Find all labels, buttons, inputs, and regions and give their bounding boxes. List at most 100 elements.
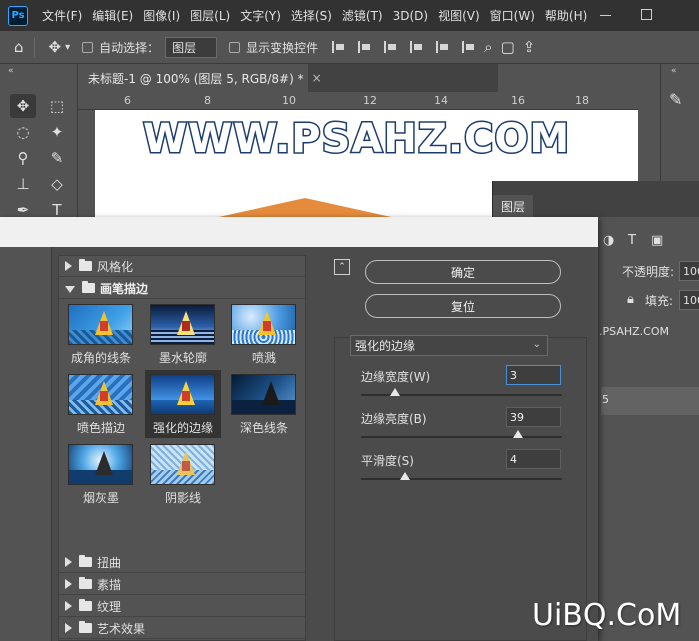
reset-button[interactable]: 复位	[365, 294, 561, 318]
folder-icon	[79, 259, 92, 271]
stamp-tool-icon[interactable]: ⊥	[10, 172, 36, 196]
smoothness-slider[interactable]	[361, 472, 562, 480]
category-texture[interactable]: 纹理	[59, 596, 305, 617]
menu-file[interactable]: 文件(F)	[42, 7, 82, 24]
dialog-title-bar[interactable]	[0, 217, 598, 247]
folder-icon	[79, 599, 92, 611]
category-artistic[interactable]: 艺术效果	[59, 618, 305, 639]
filter-thumb-ink-outlines[interactable]: 墨水轮廓	[145, 300, 221, 368]
filter-thumbnail	[68, 304, 133, 345]
eraser-tool-icon[interactable]: ◇	[44, 172, 70, 196]
menu-layer[interactable]: 图层(L)	[190, 7, 230, 24]
ruler-tick: 12	[363, 94, 377, 107]
align-middle-icon[interactable]	[410, 41, 423, 53]
close-icon[interactable]: ×	[312, 71, 322, 85]
minimize-icon[interactable]	[600, 15, 611, 16]
eyedropper-tool-icon[interactable]: ⚲	[10, 146, 36, 170]
collapse-gallery-icon[interactable]: ⌃	[334, 259, 350, 275]
ruler-tick: 6	[124, 94, 131, 107]
collapse-arrows-icon[interactable]: «	[8, 66, 14, 76]
folder-icon	[79, 555, 92, 567]
filter-thumb-sumi-e[interactable]: 烟灰墨	[63, 440, 139, 508]
search-icon[interactable]: ⌕	[484, 38, 492, 56]
align-left-icon[interactable]	[332, 41, 345, 53]
category-brush-strokes[interactable]: 画笔描边	[59, 278, 305, 299]
filter-thumb-crosshatch[interactable]: 阴影线	[145, 440, 221, 508]
magic-wand-tool-icon[interactable]: ✦	[44, 120, 70, 144]
edge-brightness-slider[interactable]	[361, 430, 562, 438]
menu-image[interactable]: 图像(I)	[143, 7, 180, 24]
smoothness-label: 平滑度(S)	[361, 454, 414, 468]
slider-handle[interactable]	[400, 472, 411, 480]
share-icon[interactable]: ⇪	[523, 38, 536, 56]
smoothness-input[interactable]: 4	[506, 449, 561, 469]
layer-filter-circle-icon[interactable]: ◑	[603, 233, 614, 248]
menu-3d[interactable]: 3D(D)	[393, 9, 428, 23]
collapse-arrows-icon[interactable]: «	[671, 66, 677, 76]
edge-width-slider[interactable]	[361, 388, 562, 396]
layer-filter-shape-icon[interactable]: ▣	[651, 233, 663, 248]
slider-handle[interactable]	[512, 430, 523, 438]
filter-label: 墨水轮廓	[158, 351, 207, 365]
menu-help[interactable]: 帮助(H)	[545, 7, 587, 24]
filter-select-dropdown[interactable]: 强化的边缘 ⌄	[350, 335, 548, 356]
move-tool-icon[interactable]: ✥	[10, 94, 36, 118]
align-center-icon[interactable]	[358, 41, 371, 53]
opacity-input[interactable]: 100	[679, 261, 699, 281]
auto-select-dropdown[interactable]: 图层	[165, 36, 218, 58]
filter-thumb-enhanced-edges[interactable]: 强化的边缘	[145, 370, 221, 438]
ok-button[interactable]: 确定	[365, 260, 561, 284]
align-top-icon[interactable]	[436, 41, 449, 53]
edge-width-input[interactable]: 3	[506, 365, 561, 385]
auto-select-checkbox[interactable]	[82, 41, 94, 53]
filter-label: 喷溅	[251, 351, 276, 365]
edit-panel-icon[interactable]: ✎	[669, 90, 682, 109]
menu-type[interactable]: 文字(Y)	[240, 7, 281, 24]
slider-handle[interactable]	[390, 388, 401, 396]
category-label: 画笔描边	[100, 281, 149, 296]
chevron-down-icon[interactable]: ▾	[65, 42, 70, 53]
align-bottom-icon[interactable]	[462, 41, 475, 53]
site-watermark: UiBQ.CoM	[532, 598, 682, 633]
folder-icon	[79, 621, 92, 633]
menu-view[interactable]: 视图(V)	[438, 7, 480, 24]
filter-thumb-accented-edges[interactable]: 成角的线条	[63, 300, 139, 368]
align-right-icon[interactable]	[384, 41, 397, 53]
maximize-icon[interactable]	[641, 9, 652, 20]
marquee-tool-icon[interactable]: ⬚	[44, 94, 70, 118]
edge-brightness-input[interactable]: 39	[506, 407, 561, 427]
menu-select[interactable]: 选择(S)	[291, 7, 332, 24]
layer-filter-type-icon[interactable]: T	[628, 233, 636, 248]
document-tab[interactable]: 未标题-1 @ 100% (图层 5, RGB/8#) * ×	[78, 64, 322, 92]
brush-tool-icon[interactable]: ✎	[44, 146, 70, 170]
collapse-arrow-icon	[65, 285, 75, 293]
menu-filter[interactable]: 滤镜(T)	[342, 7, 383, 24]
filter-thumb-dark-strokes[interactable]: 深色线条	[226, 370, 302, 438]
category-sketch[interactable]: 素描	[59, 574, 305, 595]
ruler-tick: 14	[434, 94, 448, 107]
expand-arrow-icon	[65, 261, 72, 271]
fill-input[interactable]: 100	[679, 290, 699, 310]
expand-arrow-icon	[65, 579, 72, 589]
filter-thumbnail	[150, 444, 215, 485]
move-tool-icon[interactable]: ✥	[49, 38, 62, 56]
layer-number: 5	[602, 393, 609, 406]
menu-window[interactable]: 窗口(W)	[490, 7, 535, 24]
layer-name[interactable]: .PSAHZ.COM	[599, 325, 669, 338]
category-distort[interactable]: 扭曲	[59, 552, 305, 573]
filter-thumb-spatter[interactable]: 喷溅	[226, 300, 302, 368]
frame-icon[interactable]: ▢	[501, 38, 515, 56]
home-icon[interactable]: ⌂	[14, 38, 24, 56]
filter-label: 烟灰墨	[82, 491, 119, 505]
expand-arrow-icon	[65, 601, 72, 611]
category-stylize[interactable]: 风格化	[59, 256, 305, 277]
lock-icon[interactable]: 🔒︎	[627, 292, 634, 307]
transform-controls-checkbox[interactable]	[229, 41, 241, 53]
filter-thumb-sprayed-strokes[interactable]: 喷色描边	[63, 370, 139, 438]
lasso-tool-icon[interactable]: ◌	[10, 120, 36, 144]
layers-tab[interactable]: 图层	[493, 195, 534, 217]
filter-preview-area[interactable]	[0, 247, 52, 641]
selected-layer-row[interactable]: 5	[601, 387, 699, 415]
menu-edit[interactable]: 编辑(E)	[92, 7, 133, 24]
filter-label: 强化的边缘	[152, 421, 213, 435]
